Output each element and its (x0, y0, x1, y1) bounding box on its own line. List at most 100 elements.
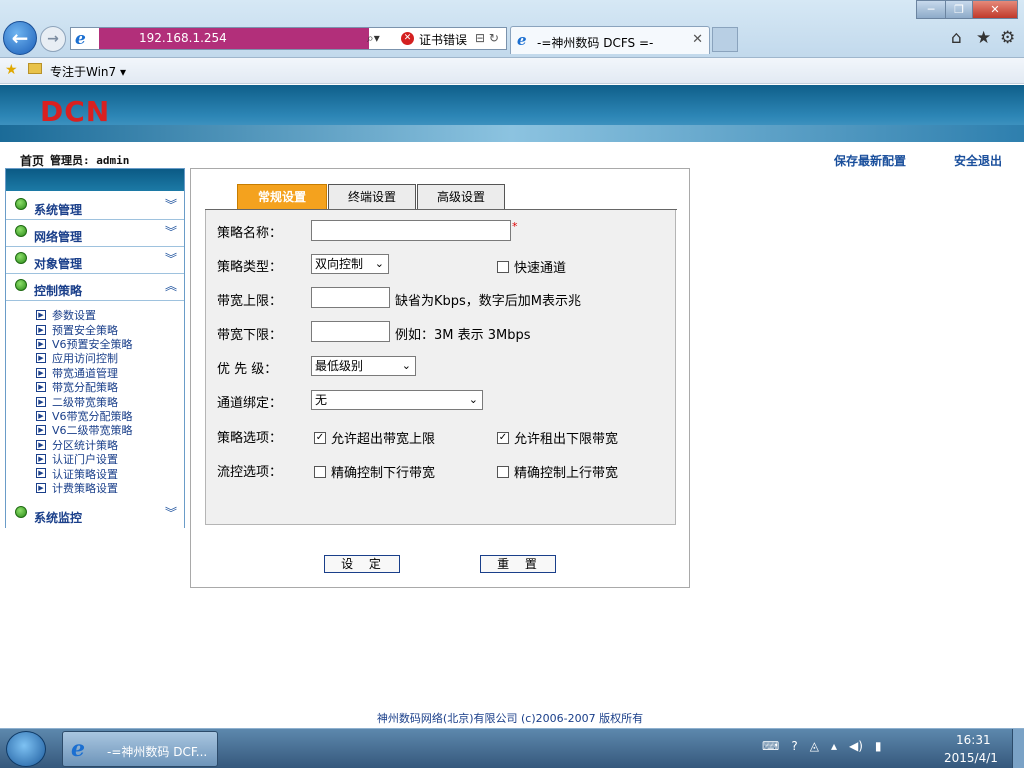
policy-name-input[interactable] (311, 220, 511, 241)
submenu-item[interactable]: ▶ 参数设置 (36, 308, 133, 322)
bandwidth-lower-input[interactable] (311, 321, 390, 342)
help-icon[interactable]: ? (791, 739, 797, 753)
precise-down-checkbox[interactable]: 精确控制下行带宽 (314, 462, 435, 481)
ie-icon: e (517, 31, 527, 49)
cert-error-icon[interactable]: ✕ (401, 32, 414, 45)
browser-tab[interactable]: e -=神州数码 DCFS =- ✕ (510, 26, 710, 54)
back-button[interactable]: ← (3, 21, 37, 55)
page-header: 首页 管理员: admin 保存最新配置 安全退出 (0, 142, 1024, 168)
submenu-label[interactable]: 计费策略设置 (52, 480, 118, 496)
refresh-icon[interactable]: ⊟ ↻ (475, 31, 499, 45)
tab-general[interactable]: 常规设置 (237, 184, 327, 210)
folder-icon (28, 63, 42, 74)
submenu-item[interactable]: ▶ 认证门户设置 (36, 452, 133, 466)
favorites-folder[interactable]: 专注于Win7 ▾ (50, 63, 126, 80)
tab-terminal[interactable]: 终端设置 (328, 184, 416, 210)
submenu-item[interactable]: ▶ 带宽分配策略 (36, 380, 133, 394)
policy-type-select[interactable]: 双向控制 ⌄ (311, 254, 389, 274)
cert-error-label[interactable]: 证书错误 (419, 31, 467, 48)
sidebar-item-label: 系统监控 (34, 511, 83, 525)
chevron-down-icon[interactable]: ︾ (165, 196, 177, 213)
home-icon[interactable]: ⌂ (951, 28, 962, 48)
banner-stripe (0, 125, 1024, 142)
sidebar-item-label: 系统管理 (34, 203, 83, 217)
bandwidth-upper-input[interactable] (311, 287, 390, 308)
submenu-item[interactable]: ▶ 带宽通道管理 (36, 366, 133, 380)
add-favorite-icon[interactable]: ★ (5, 62, 18, 78)
policy-form-container: 常规设置 终端设置 高级设置 策略名称： * 策略类型： 双向控制 ⌄ 快速通道 … (190, 168, 690, 588)
chevron-down-icon: ⌄ (374, 257, 384, 270)
chevron-down-icon[interactable]: ︾ (165, 223, 177, 240)
checkbox-box[interactable] (497, 260, 509, 273)
fast-channel-checkbox[interactable]: 快速通道 (497, 257, 566, 276)
arrow-icon: ▶ (36, 382, 46, 393)
checkmark-icon[interactable]: ✓ (314, 431, 326, 444)
home-link[interactable]: 首页 (20, 152, 44, 169)
priority-label: 优 先 级： (217, 362, 278, 377)
chevron-down-icon[interactable]: ︾ (165, 504, 177, 521)
address-bar[interactable]: e 192.168.1.254 ⌕▾ ✕ 证书错误 ⊟ ↻ (70, 27, 507, 50)
system-tray: ⌨ ? ◬ ▴ ◀) ▮ (762, 739, 882, 753)
set-button[interactable]: 设 定 (324, 555, 400, 573)
menu-bullet-icon (15, 506, 27, 518)
search-icon[interactable]: ⌕▾ (367, 31, 380, 46)
logout-link[interactable]: 安全退出 (954, 152, 1002, 169)
maximize-button[interactable]: ❐ (945, 0, 973, 19)
allow-exceed-checkbox[interactable]: ✓ 允许超出带宽上限 (314, 428, 435, 447)
checkmark-icon[interactable]: ✓ (497, 431, 509, 444)
signal-icon[interactable]: ▮ (875, 739, 882, 753)
submenu-item[interactable]: ▶ 二级带宽策略 (36, 394, 133, 409)
save-config-link[interactable]: 保存最新配置 (834, 152, 906, 169)
form-panel: 策略名称： * 策略类型： 双向控制 ⌄ 快速通道 带宽上限： 缺省为Kbps，数… (205, 210, 676, 525)
close-icon[interactable]: ✕ (692, 32, 703, 47)
checkbox-box[interactable] (497, 465, 509, 478)
submenu-item[interactable]: ▶ V6二级带宽策略 (36, 423, 133, 437)
arrow-icon: ▶ (36, 410, 46, 421)
reset-button[interactable]: 重 置 (480, 555, 556, 573)
gear-icon[interactable]: ⚙ (1000, 28, 1015, 48)
chevron-up-icon[interactable]: ︽ (165, 277, 177, 294)
submenu-item[interactable]: ▶ V6带宽分配策略 (36, 409, 133, 423)
window-close-button[interactable]: ✕ (972, 0, 1018, 19)
submenu-item[interactable]: ▶ 分区统计策略 (36, 438, 133, 452)
submenu-item[interactable]: ▶ 预置安全策略 (36, 322, 133, 337)
favorites-star-icon[interactable]: ★ (976, 28, 991, 48)
taskbar: e -=神州数码 DCF... ⌨ ? ◬ ▴ ◀) ▮ 16:31 2015/… (0, 728, 1024, 768)
tab-title: -=神州数码 DCFS =- (537, 36, 654, 50)
tab-advanced[interactable]: 高级设置 (417, 184, 505, 210)
network-icon[interactable]: ◬ (810, 739, 819, 753)
sidebar-item-network[interactable]: 网络管理 ︾ (6, 220, 184, 247)
footer-copyright: 神州数码网络(北京)有限公司 (c)2006-2007 版权所有 (376, 712, 644, 725)
submenu-item[interactable]: ▶ 应用访问控制 (36, 351, 133, 365)
allow-lend-checkbox[interactable]: ✓ 允许租出下限带宽 (497, 428, 618, 447)
sidebar-item-system[interactable]: 系统管理 ︾ (6, 193, 184, 220)
bandwidth-lower-hint: 例如：3M 表示 3Mbps (395, 328, 531, 343)
submenu-item[interactable]: ▶ 认证策略设置 (36, 466, 133, 481)
arrow-icon: ▶ (36, 367, 46, 378)
taskbar-ie-item[interactable]: e -=神州数码 DCF... (62, 731, 218, 767)
show-desktop-button[interactable] (1012, 729, 1024, 768)
precise-up-checkbox[interactable]: 精确控制上行带宽 (497, 462, 618, 481)
submenu-item[interactable]: ▶ V6预置安全策略 (36, 337, 133, 351)
new-tab-button[interactable] (712, 27, 738, 52)
arrow-icon: ▶ (36, 439, 46, 450)
forward-button[interactable]: → (40, 26, 66, 52)
sidebar-item-policy[interactable]: 控制策略 ︽ (6, 274, 184, 301)
address-text[interactable]: 192.168.1.254 (99, 28, 369, 49)
priority-select[interactable]: 最低级别 ⌄ (311, 356, 416, 376)
submenu-item[interactable]: ▶ 计费策略设置 (36, 481, 133, 495)
policy-options-label: 策略选项： (217, 431, 283, 446)
checkbox-box[interactable] (314, 465, 326, 478)
keyboard-icon[interactable]: ⌨ (762, 739, 779, 753)
volume-icon[interactable]: ◀) (849, 739, 863, 753)
minimize-button[interactable]: ─ (916, 0, 946, 19)
chevron-down-icon[interactable]: ︾ (165, 250, 177, 267)
start-button[interactable] (6, 731, 46, 767)
policy-type-value: 双向控制 (315, 257, 364, 271)
sidebar-item-objects[interactable]: 对象管理 ︾ (6, 247, 184, 274)
channel-bind-select[interactable]: 无 ⌄ (311, 390, 483, 410)
sidebar-item-monitor[interactable]: 系统监控 ︾ (6, 501, 184, 528)
clock-date[interactable]: 2015/4/1 (944, 751, 998, 765)
show-hidden-icon[interactable]: ▴ (831, 739, 837, 753)
clock-time[interactable]: 16:31 (956, 733, 991, 747)
